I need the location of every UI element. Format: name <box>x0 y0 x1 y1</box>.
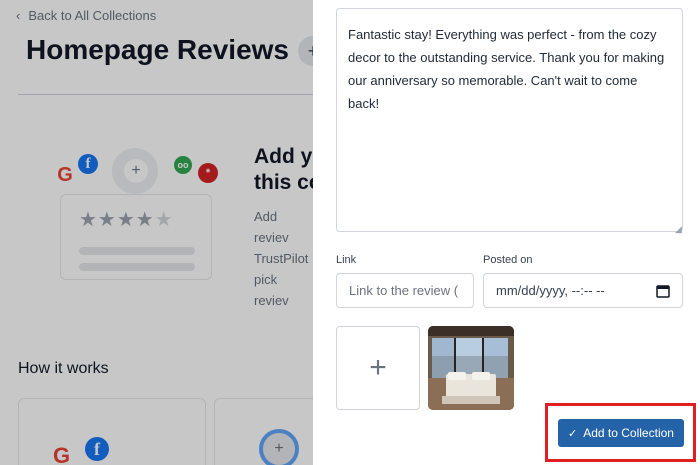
review-photo-thumbnail[interactable] <box>428 326 514 410</box>
review-link-input[interactable] <box>336 273 474 308</box>
upload-photo-button[interactable]: + <box>336 326 420 410</box>
add-review-panel: Fantastic stay! Everything was perfect -… <box>313 0 700 465</box>
modal-backdrop[interactable] <box>0 0 313 465</box>
date-placeholder: mm/dd/yyyy, --:-- -- <box>496 283 605 298</box>
calendar-icon[interactable] <box>656 284 670 298</box>
link-label: Link <box>336 254 357 266</box>
resize-handle-icon[interactable]: ◢ <box>675 224 682 235</box>
review-text-area[interactable]: Fantastic stay! Everything was perfect -… <box>336 8 683 232</box>
add-to-collection-label: Add to Collection <box>583 426 674 440</box>
posted-on-datetime-input[interactable]: mm/dd/yyyy, --:-- -- <box>483 273 683 308</box>
check-icon: ✓ <box>568 427 578 440</box>
add-to-collection-button[interactable]: ✓ Add to Collection <box>558 419 684 447</box>
posted-on-label: Posted on <box>483 254 533 266</box>
